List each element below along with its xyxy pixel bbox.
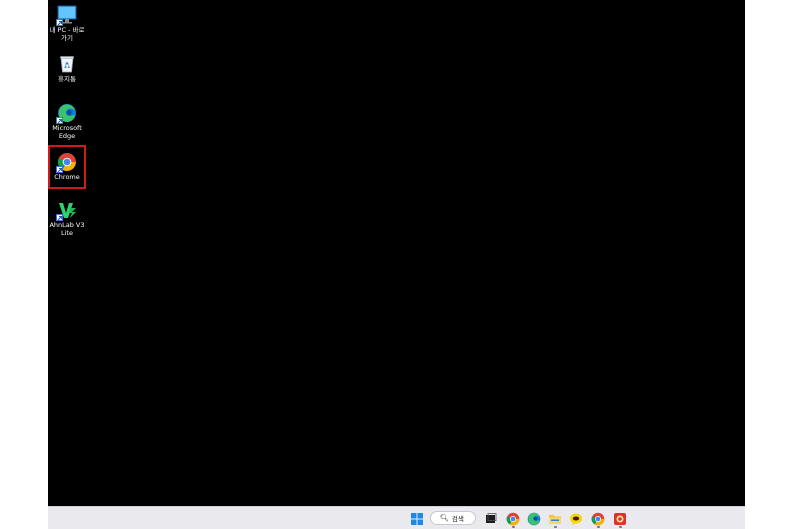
start-button[interactable]: [410, 511, 424, 525]
taskbar-chrome-button-2[interactable]: [591, 511, 605, 526]
recycle-bin-icon: [57, 54, 77, 74]
desktop-icon-label: Edge: [58, 131, 76, 140]
edge-taskbar-icon: [527, 512, 541, 526]
taskbar-file-explorer-button[interactable]: [548, 511, 562, 525]
taskbar-search-box[interactable]: 🔍︎ 검색: [430, 511, 476, 525]
task-view-button[interactable]: [484, 511, 498, 525]
desktop-icon-label: Chrome: [54, 173, 80, 181]
file-explorer-icon: [549, 515, 561, 524]
taskbar: 🔍︎ 검색: [48, 506, 745, 529]
search-label: 검색: [451, 515, 464, 523]
ahnlab-v3-icon: [56, 200, 77, 221]
my-pc-shortcut-icon: [56, 5, 77, 26]
running-indicator: [597, 526, 600, 528]
desktop-icon-edge[interactable]: Microsoft Edge: [48, 103, 86, 140]
running-indicator: [619, 526, 622, 528]
task-view-icon: [486, 513, 497, 523]
taskbar-edge-button[interactable]: [527, 511, 541, 526]
chrome-taskbar-icon-2: [591, 512, 605, 526]
chrome-icon: [56, 152, 77, 173]
desktop-icon-ahnlab-v3[interactable]: AhnLab V3 Lite: [48, 200, 86, 237]
taskbar-kakaotalk-button[interactable]: [569, 511, 583, 525]
taskbar-red-app-button[interactable]: [613, 511, 627, 525]
kakaotalk-icon: [570, 513, 582, 525]
desktop-icon-label: 휴지통: [58, 75, 76, 83]
edge-icon: [56, 103, 77, 124]
running-indicator: [512, 526, 515, 528]
taskbar-chrome-button[interactable]: [506, 511, 520, 526]
running-indicator: [554, 526, 557, 528]
desktop-icon-my-pc[interactable]: 내 PC - 바로 가기: [48, 5, 86, 42]
chrome-taskbar-icon: [506, 512, 520, 526]
desktop-icon-label: Lite: [61, 228, 73, 237]
search-icon: 🔍︎: [440, 514, 449, 522]
red-app-icon: [614, 513, 626, 525]
start-icon: [411, 513, 423, 525]
desktop-screen: 내 PC - 바로 가기 휴지통 Microsoft Edge Chrome A…: [48, 0, 745, 529]
desktop-icon-label: 가기: [61, 33, 73, 42]
desktop-icon-chrome[interactable]: Chrome: [48, 152, 86, 182]
desktop-icon-recycle-bin[interactable]: 휴지통: [48, 54, 86, 84]
desktop-area: 내 PC - 바로 가기 휴지통 Microsoft Edge Chrome A…: [48, 0, 745, 506]
